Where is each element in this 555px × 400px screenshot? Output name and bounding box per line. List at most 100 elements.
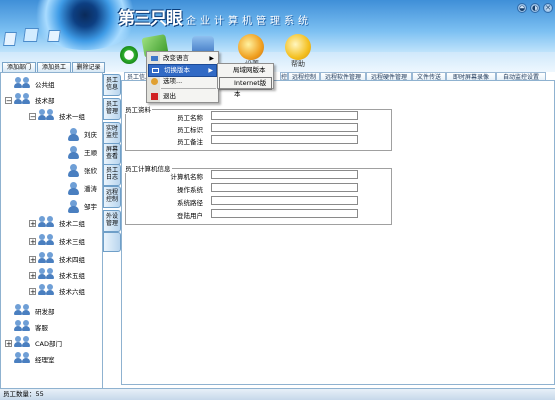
group-icon: [38, 216, 56, 230]
vtab-screen-view[interactable]: 屏幕查看: [103, 143, 121, 165]
label-computer-name: 计算机名称: [170, 173, 204, 181]
member-label: 王顺: [84, 149, 97, 157]
menu-item-label: 切换版本: [164, 66, 190, 74]
tree-member[interactable]: 潘涛: [67, 181, 97, 195]
tree-item-dept[interactable]: + CAD部门: [5, 336, 62, 350]
refresh-icon[interactable]: [120, 46, 138, 64]
tree-label: 技术六组: [59, 288, 85, 296]
login-user-field[interactable]: [211, 209, 358, 218]
tree-label: 技术一组: [59, 113, 85, 121]
tree-label: 技术部: [35, 97, 55, 105]
tree-item-dept[interactable]: 研发部: [5, 304, 55, 317]
group-icon: [38, 252, 56, 266]
switch-icon: [152, 68, 159, 73]
version-submenu: 局域网版本 Internet版本: [217, 63, 274, 98]
tree-item-dept[interactable]: 客服: [5, 320, 48, 333]
tree-label: 研发部: [35, 308, 55, 316]
menu-item-options[interactable]: 选项...: [148, 76, 217, 87]
menu-item-lan-version[interactable]: 局域网版本: [219, 65, 272, 76]
tree-item-group[interactable]: + 技术四组: [29, 252, 85, 266]
tree-item-group[interactable]: + 技术五组: [29, 268, 85, 282]
expand-icon[interactable]: +: [5, 339, 12, 347]
tree-item-group[interactable]: + 技术二组: [29, 216, 85, 230]
tree-member[interactable]: 刘庆: [67, 127, 97, 141]
submenu-arrow-icon: ▶: [208, 67, 213, 74]
tree-label: 技术四组: [59, 256, 85, 264]
employee-note-field[interactable]: [211, 135, 358, 144]
label-system-path: 系统路径: [177, 199, 203, 207]
options-icon: [151, 78, 158, 85]
app-header: 第三只眼 企业计算机管理系统 ◒ ◐ ✕: [0, 0, 555, 52]
label-os: 操作系统: [177, 186, 203, 194]
vtab-employee-log[interactable]: 员工日志: [103, 164, 121, 186]
tools-icon[interactable]: [238, 34, 264, 60]
vtab-realtime-monitor[interactable]: 实时监控: [103, 122, 121, 144]
expand-icon[interactable]: +: [29, 287, 36, 295]
menu-item-exit[interactable]: 退出: [148, 91, 217, 102]
employee-name-field[interactable]: [211, 111, 358, 120]
label-login-user: 登陆用户: [177, 212, 203, 220]
menu-item-label: 改变语言: [163, 54, 189, 62]
collapse-icon[interactable]: −: [5, 96, 12, 104]
status-bar: 员工数量：55: [0, 388, 555, 400]
user-icon: [67, 163, 81, 177]
os-field[interactable]: [211, 183, 358, 192]
label-employee-note: 员工备注: [177, 138, 203, 146]
expand-icon[interactable]: +: [29, 271, 36, 279]
minimize-button[interactable]: ◒: [517, 3, 527, 13]
user-icon: [67, 127, 81, 141]
group-icon: [14, 93, 32, 107]
employee-count: 员工数量：55: [3, 390, 44, 398]
collapse-icon[interactable]: −: [29, 112, 36, 120]
computer-name-field[interactable]: [211, 170, 358, 179]
vtab-device-manage[interactable]: 外设管理: [103, 210, 121, 232]
help-icon[interactable]: [285, 34, 311, 60]
menu-item-language[interactable]: 改变语言 ▶: [148, 53, 217, 64]
expand-icon[interactable]: +: [29, 219, 36, 227]
tree-item-public[interactable]: 公共组: [5, 77, 55, 90]
member-label: 潘涛: [84, 185, 97, 193]
department-tree: 公共组 − 技术部 − 技术一组 刘庆 王顺 张欣 潘涛 邹宇 + 技术二组 + 技…: [0, 72, 103, 390]
vtab-extra[interactable]: [103, 232, 121, 252]
menu-item-internet-version[interactable]: Internet版本: [219, 77, 272, 98]
tree-label: 技术三组: [59, 238, 85, 246]
tree-member[interactable]: 邹宇: [67, 199, 97, 213]
label-employee-name: 员工名称: [177, 114, 203, 122]
maximize-button[interactable]: ◐: [530, 3, 540, 13]
user-icon: [67, 181, 81, 195]
member-label: 邹宇: [84, 203, 97, 211]
tree-label: 技术五组: [59, 272, 85, 280]
icon-strip: [0, 28, 90, 52]
tree-member[interactable]: 王顺: [67, 145, 97, 159]
language-icon: [151, 56, 158, 61]
user-icon: [67, 199, 81, 213]
exit-icon: [151, 93, 158, 100]
brand-title: 第三只眼: [118, 9, 183, 29]
tree-member[interactable]: 张欣: [67, 163, 97, 177]
group-icon: [14, 336, 32, 350]
tree-label: 经理室: [35, 356, 55, 364]
employee-id-field[interactable]: [211, 123, 358, 132]
tree-item-dept[interactable]: 经理室: [5, 352, 55, 366]
tree-item-tech[interactable]: − 技术部: [5, 93, 55, 107]
file-menu: 改变语言 ▶ 切换版本 ▶ 选项... 退出: [146, 51, 219, 103]
tree-label: 公共组: [35, 81, 55, 89]
tree-item-group[interactable]: + 技术六组: [29, 284, 85, 297]
vtab-employee-manage[interactable]: 员工管理: [103, 98, 121, 120]
menu-separator: [161, 88, 216, 89]
menu-item-label: 退出: [163, 92, 176, 100]
tree-item-tech1[interactable]: − 技术一组: [29, 109, 85, 122]
expand-icon[interactable]: +: [29, 237, 36, 245]
vtab-remote-control[interactable]: 远程控制: [103, 186, 121, 208]
tree-item-group[interactable]: + 技术三组: [29, 234, 85, 247]
submenu-arrow-icon: ▶: [209, 55, 214, 62]
group-icon: [14, 352, 32, 366]
close-button[interactable]: ✕: [543, 3, 553, 13]
toolbar-label-help: 帮助: [291, 60, 305, 68]
system-path-field[interactable]: [211, 196, 358, 205]
member-label: 刘庆: [84, 131, 97, 139]
menu-item-label: 选项...: [163, 77, 183, 85]
vtab-employee-info[interactable]: 员工信息: [103, 74, 121, 96]
group-icon: [38, 268, 56, 282]
expand-icon[interactable]: +: [29, 255, 36, 263]
